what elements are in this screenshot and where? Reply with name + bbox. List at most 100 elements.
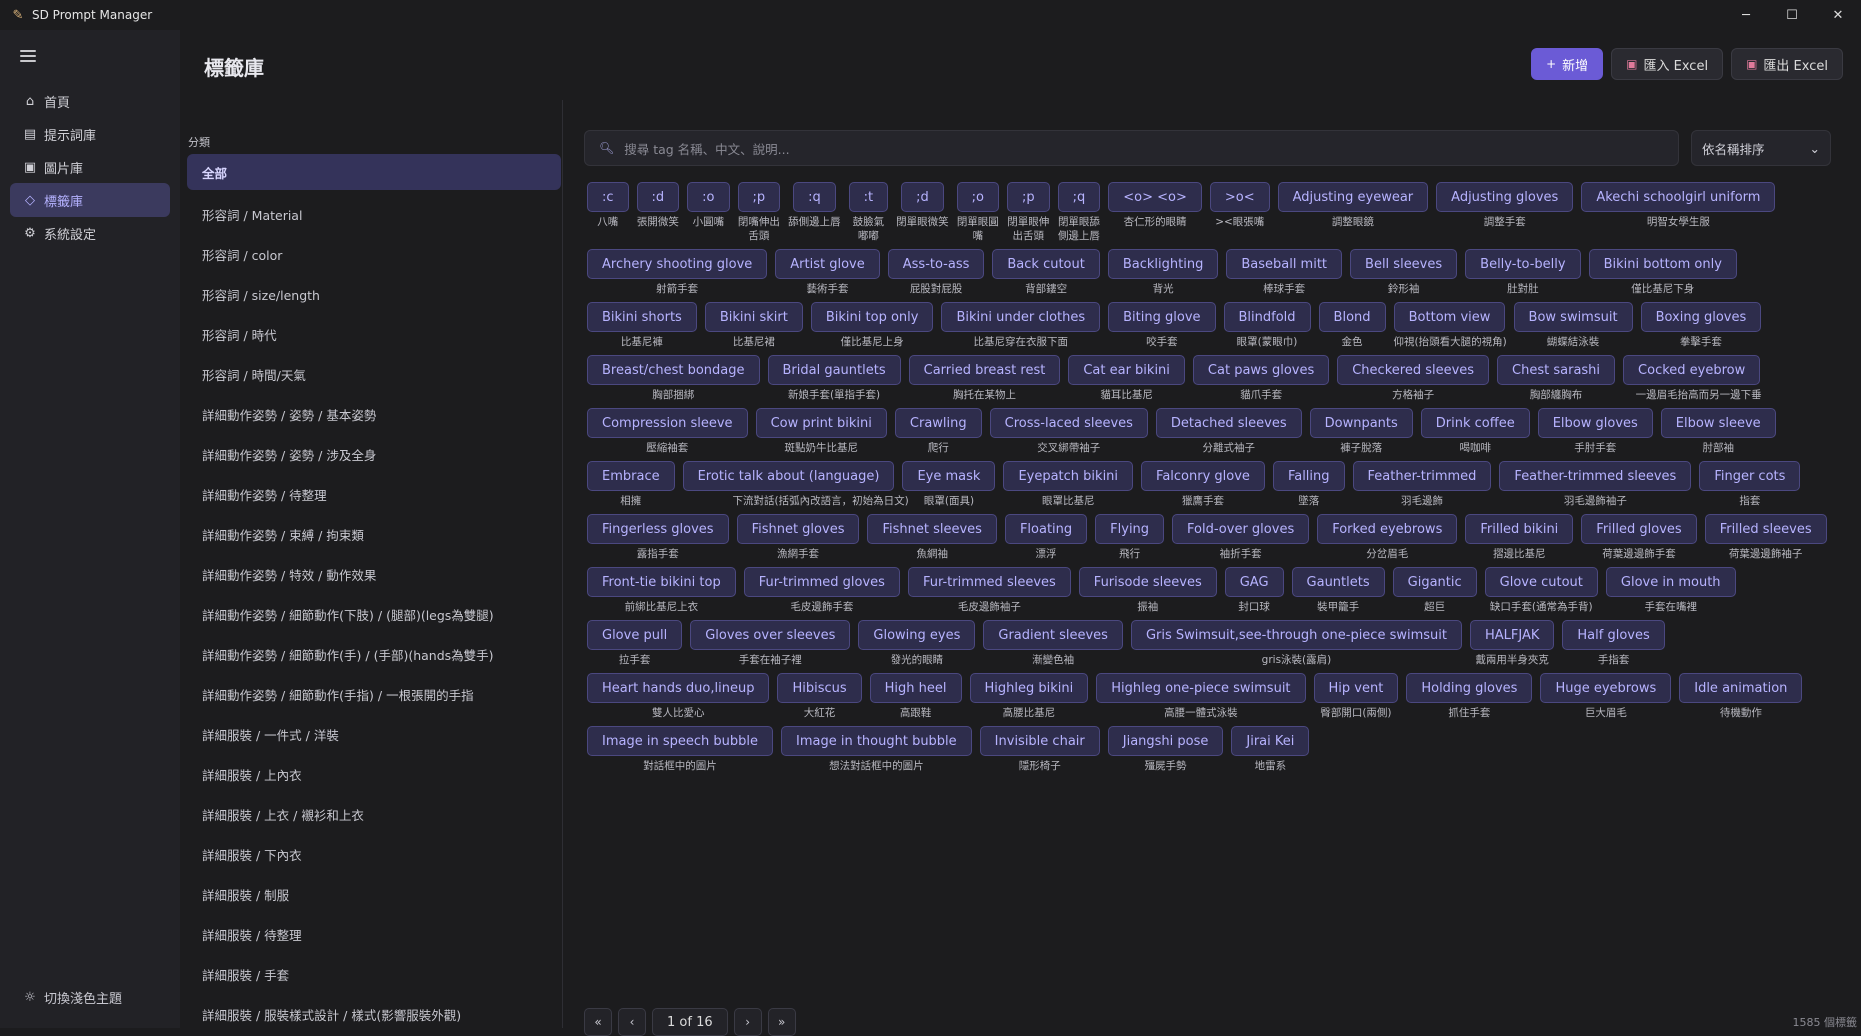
category-item[interactable]: 詳細動作姿勢 / 特效 / 動作效果 bbox=[187, 554, 561, 594]
tag-chip[interactable]: Falling bbox=[1272, 461, 1345, 491]
tag-chip[interactable]: Hibiscus bbox=[777, 673, 862, 703]
tag-chip[interactable]: HALFJAK bbox=[1469, 620, 1555, 650]
tag-chip[interactable]: Chest sarashi bbox=[1497, 355, 1616, 385]
category-item[interactable]: 詳細動作姿勢 / 待整理 bbox=[187, 474, 561, 514]
tag-chip[interactable]: Backlighting bbox=[1107, 249, 1219, 279]
tag-chip[interactable]: Adjusting gloves bbox=[1436, 182, 1574, 212]
add-tag-button[interactable]: + 新增 bbox=[1531, 48, 1604, 80]
tag-chip[interactable]: Detached sleeves bbox=[1155, 408, 1302, 438]
tag-chip[interactable]: Checkered sleeves bbox=[1337, 355, 1490, 385]
category-item[interactable]: 詳細動作姿勢 / 細節動作(下肢) / (腿部)(legs為雙腿) bbox=[187, 594, 561, 634]
tag-chip[interactable]: Frilled bikini bbox=[1465, 514, 1574, 544]
tag-chip[interactable]: Gloves over sleeves bbox=[690, 620, 851, 650]
tag-chip[interactable]: Jirai Kei bbox=[1231, 726, 1310, 756]
category-item[interactable]: 詳細服裝 / 下內衣 bbox=[187, 834, 561, 874]
category-item[interactable]: 詳細服裝 / 上內衣 bbox=[187, 754, 561, 794]
tag-chip[interactable]: Gigantic bbox=[1392, 567, 1477, 597]
tag-chip[interactable]: Bridal gauntlets bbox=[767, 355, 901, 385]
nav-item-2[interactable]: ▣ 圖片庫 bbox=[10, 150, 170, 184]
prev-page-button[interactable]: ‹ bbox=[618, 1008, 646, 1036]
tag-chip[interactable]: Glowing eyes bbox=[858, 620, 976, 650]
tag-chip[interactable]: Image in speech bubble bbox=[587, 726, 773, 756]
tag-chip[interactable]: Cocked eyebrow bbox=[1623, 355, 1761, 385]
nav-item-1[interactable]: ▤ 提示詞庫 bbox=[10, 117, 170, 151]
category-item[interactable]: 詳細服裝 / 上衣 / 襯衫和上衣 bbox=[187, 794, 561, 834]
tag-chip[interactable]: Eye mask bbox=[902, 461, 996, 491]
tag-chip[interactable]: Erotic talk about (language) bbox=[682, 461, 895, 491]
nav-item-3[interactable]: ◇ 標籤庫 bbox=[10, 183, 170, 217]
tag-chip[interactable]: Highleg bikini bbox=[969, 673, 1089, 703]
tag-chip[interactable]: Drink coffee bbox=[1420, 408, 1530, 438]
tag-chip[interactable]: :o bbox=[687, 182, 730, 212]
tag-chip[interactable]: Cat ear bikini bbox=[1068, 355, 1185, 385]
tag-chip[interactable]: Highleg one-piece swimsuit bbox=[1096, 673, 1306, 703]
tag-chip[interactable]: Downpants bbox=[1309, 408, 1413, 438]
tag-chip[interactable]: Bow swimsuit bbox=[1513, 302, 1633, 332]
tag-chip[interactable]: Elbow gloves bbox=[1537, 408, 1653, 438]
tag-chip[interactable]: Blindfold bbox=[1223, 302, 1311, 332]
tag-chip[interactable]: Crawling bbox=[894, 408, 982, 438]
tag-chip[interactable]: High heel bbox=[869, 673, 962, 703]
tag-chip[interactable]: Embrace bbox=[587, 461, 675, 491]
tag-chip[interactable]: Fur-trimmed sleeves bbox=[907, 567, 1071, 597]
tag-chip[interactable]: Cat paws gloves bbox=[1192, 355, 1330, 385]
category-item[interactable]: 詳細動作姿勢 / 細節動作(手指) / 一根張開的手指 bbox=[187, 674, 561, 714]
category-item[interactable]: 詳細服裝 / 手套 bbox=[187, 954, 561, 994]
first-page-button[interactable]: « bbox=[584, 1008, 612, 1036]
category-item[interactable]: 形容詞 / Material bbox=[187, 194, 561, 234]
tag-chip[interactable]: Compression sleeve bbox=[587, 408, 748, 438]
nav-item-0[interactable]: ⌂ 首頁 bbox=[10, 84, 170, 118]
tag-chip[interactable]: :t bbox=[848, 182, 889, 212]
tag-chip[interactable]: Bikini top only bbox=[810, 302, 934, 332]
category-item[interactable]: 全部 bbox=[187, 154, 561, 190]
tag-chip[interactable]: Heart hands duo,lineup bbox=[587, 673, 770, 703]
export-excel-button[interactable]: ▣ 匯出 Excel bbox=[1731, 48, 1843, 80]
tag-chip[interactable]: Breast/chest bondage bbox=[587, 355, 760, 385]
tag-chip[interactable]: Furisode sleeves bbox=[1078, 567, 1217, 597]
tag-chip[interactable]: :c bbox=[587, 182, 629, 212]
minimize-icon[interactable]: ─ bbox=[1723, 0, 1769, 30]
theme-toggle-button[interactable]: ☼ 切換淺色主題 bbox=[22, 988, 122, 1007]
tag-chip[interactable]: Bikini shorts bbox=[587, 302, 697, 332]
tag-chip[interactable]: Holding gloves bbox=[1406, 673, 1533, 703]
category-item[interactable]: 詳細動作姿勢 / 姿勢 / 基本姿勢 bbox=[187, 394, 561, 434]
tag-chip[interactable]: ;p bbox=[737, 182, 781, 212]
tag-chip[interactable]: Bikini skirt bbox=[704, 302, 803, 332]
tag-chip[interactable]: Boxing gloves bbox=[1640, 302, 1762, 332]
category-item[interactable]: 詳細服裝 / 一件式 / 洋裝 bbox=[187, 714, 561, 754]
category-item[interactable]: 詳細動作姿勢 / 姿勢 / 涉及全身 bbox=[187, 434, 561, 474]
tag-chip[interactable]: Bottom view bbox=[1393, 302, 1506, 332]
tag-chip[interactable]: Hip vent bbox=[1313, 673, 1399, 703]
category-item[interactable]: 詳細服裝 / 制服 bbox=[187, 874, 561, 914]
last-page-button[interactable]: » bbox=[767, 1008, 796, 1036]
tag-chip[interactable]: Back cutout bbox=[992, 249, 1100, 279]
tag-chip[interactable]: Frilled gloves bbox=[1581, 514, 1697, 544]
category-item[interactable]: 形容詞 / 時間/天氣 bbox=[187, 354, 561, 394]
tag-chip[interactable]: Eyepatch bikini bbox=[1003, 461, 1134, 491]
tag-chip[interactable]: Flying bbox=[1095, 514, 1165, 544]
tag-chip[interactable]: Baseball mitt bbox=[1226, 249, 1343, 279]
category-item[interactable]: 形容詞 / color bbox=[187, 234, 561, 274]
tag-chip[interactable]: ;o bbox=[956, 182, 999, 212]
tag-chip[interactable]: Blond bbox=[1318, 302, 1386, 332]
tag-chip[interactable]: >o< bbox=[1209, 182, 1270, 212]
tag-chip[interactable]: Akechi schoolgirl uniform bbox=[1581, 182, 1776, 212]
category-item[interactable]: 詳細服裝 / 服裝樣式設計 / 樣式(影響服裝外觀) bbox=[187, 994, 561, 1034]
tag-chip[interactable]: Biting glove bbox=[1108, 302, 1216, 332]
tag-chip[interactable]: Huge eyebrows bbox=[1540, 673, 1672, 703]
nav-item-4[interactable]: ⚙ 系統設定 bbox=[10, 216, 170, 250]
tag-chip[interactable]: Ass-to-ass bbox=[887, 249, 985, 279]
tag-chip[interactable]: Feather-trimmed sleeves bbox=[1499, 461, 1692, 491]
tag-chip[interactable]: Forked eyebrows bbox=[1317, 514, 1458, 544]
search-input[interactable]: 🔍︎ 搜尋 tag 名稱、中文、說明... bbox=[584, 130, 1679, 166]
tag-chip[interactable]: Floating bbox=[1004, 514, 1088, 544]
category-item[interactable]: 形容詞 / size/length bbox=[187, 274, 561, 314]
category-item[interactable]: 詳細動作姿勢 / 細節動作(手) / (手部)(hands為雙手) bbox=[187, 634, 561, 674]
hamburger-menu-icon[interactable] bbox=[20, 50, 36, 62]
tag-chip[interactable]: Belly-to-belly bbox=[1465, 249, 1581, 279]
tag-chip[interactable]: Adjusting eyewear bbox=[1277, 182, 1429, 212]
tag-chip[interactable]: Jiangshi pose bbox=[1107, 726, 1224, 756]
tag-chip[interactable]: Invisible chair bbox=[979, 726, 1100, 756]
tag-chip[interactable]: <o> <o> bbox=[1108, 182, 1202, 212]
tag-chip[interactable]: Half gloves bbox=[1562, 620, 1665, 650]
